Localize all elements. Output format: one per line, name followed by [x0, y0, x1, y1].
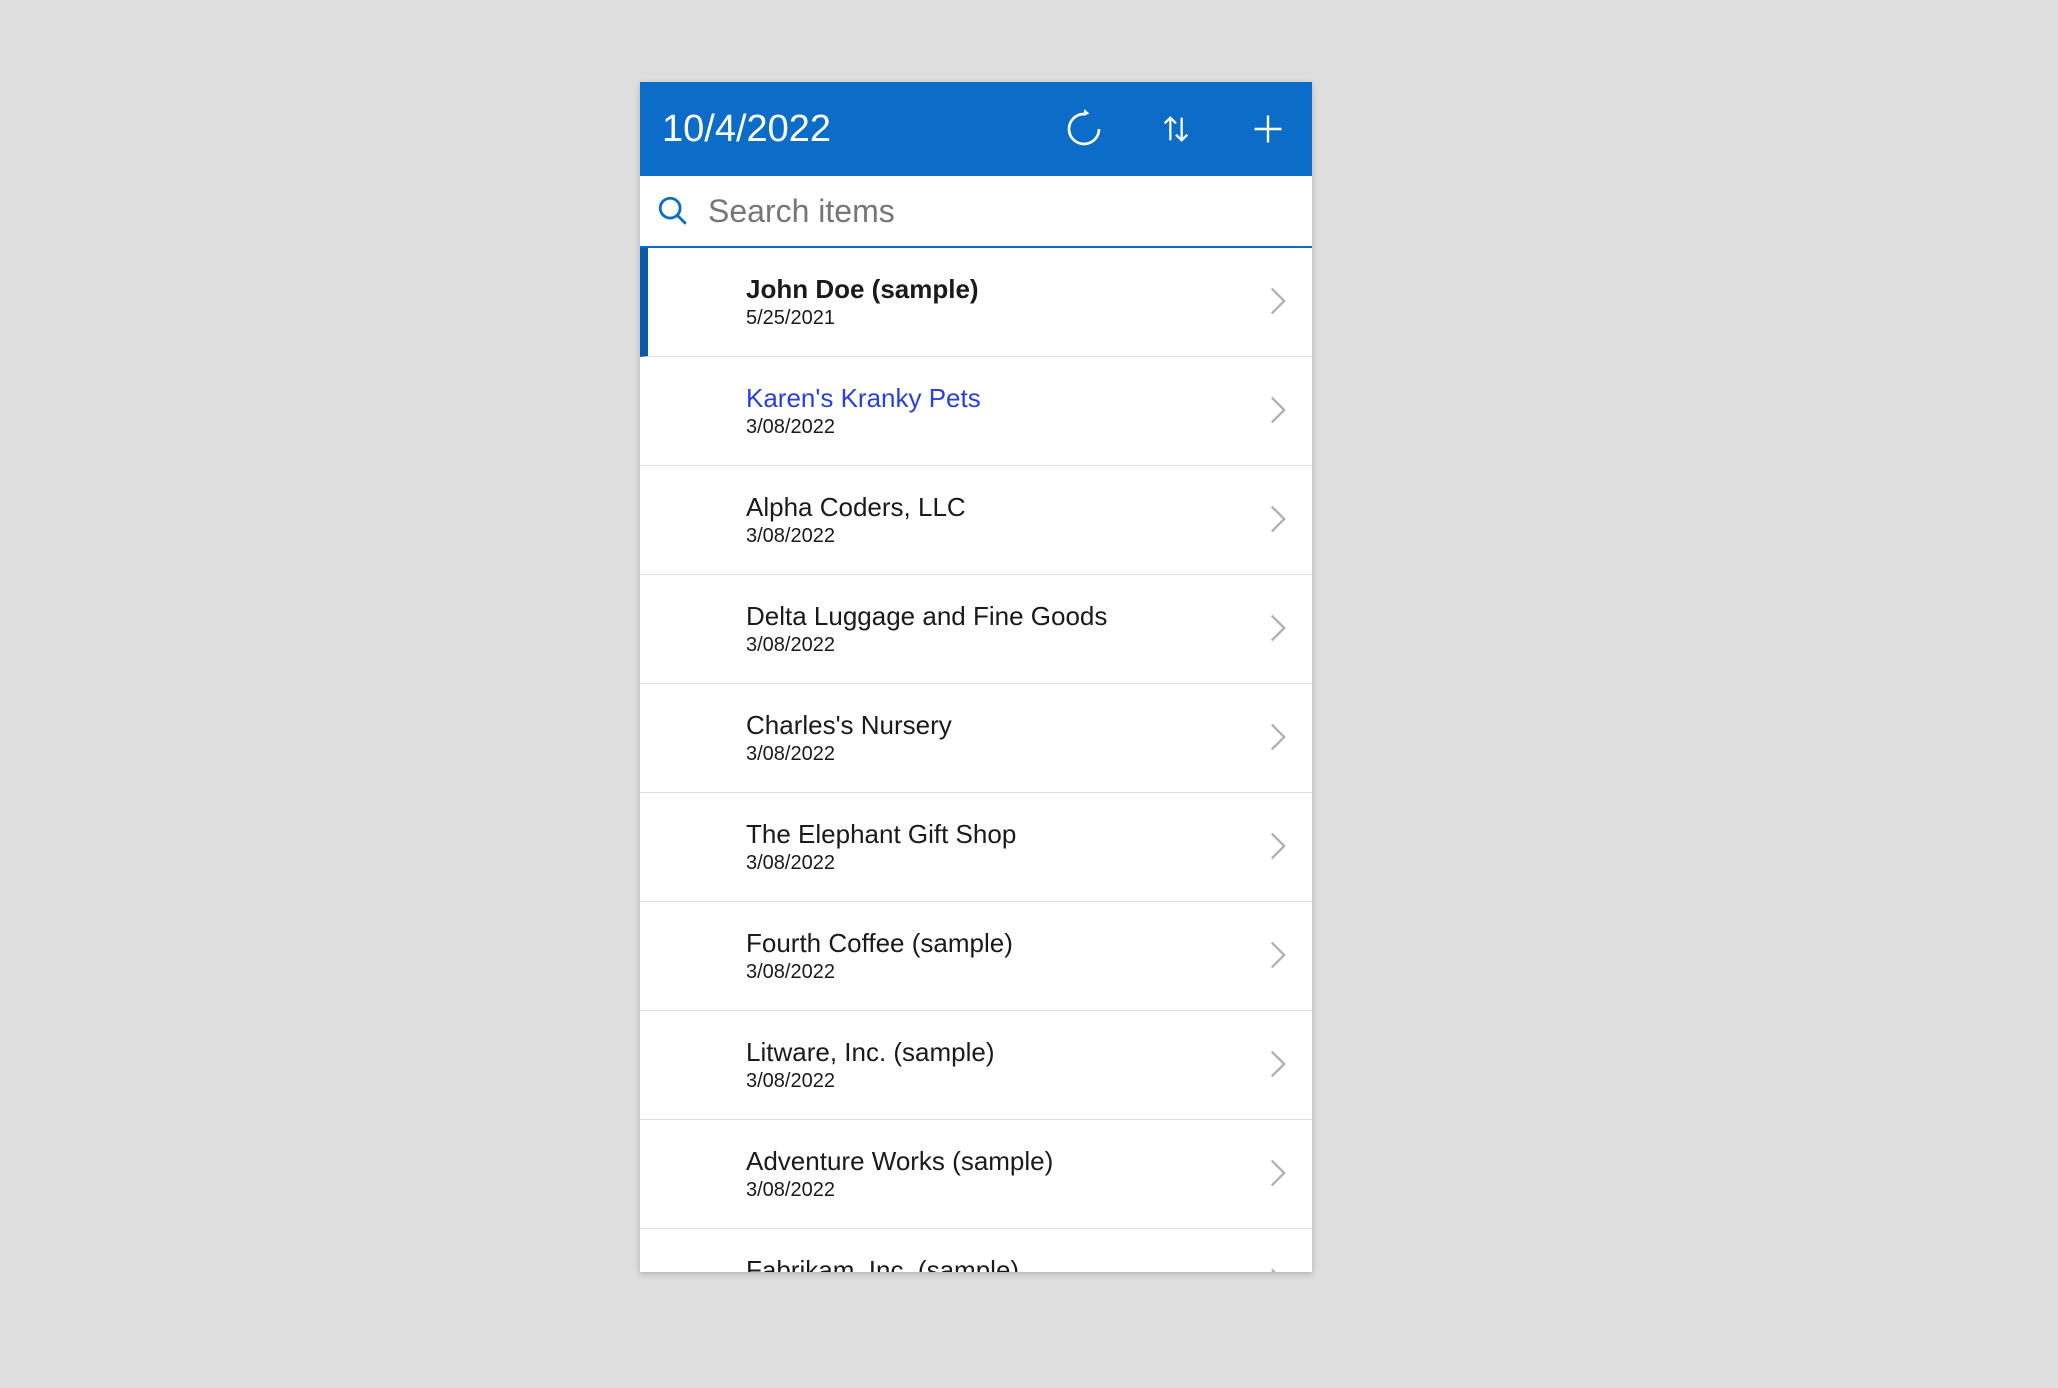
list-item[interactable]: John Doe (sample)5/25/2021 — [640, 248, 1312, 357]
list-item-text: Delta Luggage and Fine Goods3/08/2022 — [746, 601, 1270, 657]
list-item-date: 3/08/2022 — [746, 961, 1270, 984]
list-item-title: Alpha Coders, LLC — [746, 492, 1270, 523]
list-item-title: Adventure Works (sample) — [746, 1146, 1270, 1177]
list-item-date: 3/08/2022 — [746, 634, 1270, 657]
list-item[interactable]: Litware, Inc. (sample)3/08/2022 — [640, 1011, 1312, 1120]
list-item[interactable]: Delta Luggage and Fine Goods3/08/2022 — [640, 575, 1312, 684]
search-icon — [656, 194, 690, 228]
list-item-date: 3/08/2022 — [746, 525, 1270, 548]
list-item-text: Alpha Coders, LLC3/08/2022 — [746, 492, 1270, 548]
list-item[interactable]: Fourth Coffee (sample)3/08/2022 — [640, 902, 1312, 1011]
list-item-text: Fabrikam, Inc. (sample)3/08/2022 — [746, 1255, 1270, 1272]
refresh-button[interactable] — [1062, 107, 1106, 151]
list-item-date: 3/08/2022 — [746, 1070, 1270, 1093]
list-item[interactable]: Alpha Coders, LLC3/08/2022 — [640, 466, 1312, 575]
list-item[interactable]: Charles's Nursery3/08/2022 — [640, 684, 1312, 793]
chevron-right-icon — [1270, 505, 1290, 535]
list-item-title: Charles's Nursery — [746, 710, 1270, 741]
list-item[interactable]: Adventure Works (sample)3/08/2022 — [640, 1120, 1312, 1229]
list-item-title: Fourth Coffee (sample) — [746, 928, 1270, 959]
list-item-title[interactable]: Karen's Kranky Pets — [746, 383, 1270, 414]
list-item-title: Litware, Inc. (sample) — [746, 1037, 1270, 1068]
chevron-right-icon — [1270, 723, 1290, 753]
list-item-title: Delta Luggage and Fine Goods — [746, 601, 1270, 632]
chevron-right-icon — [1270, 614, 1290, 644]
list-item-date: 3/08/2022 — [746, 852, 1270, 875]
header-actions — [1062, 107, 1290, 151]
item-list[interactable]: John Doe (sample)5/25/2021 Karen's Kranky… — [640, 248, 1312, 1272]
header-title: 10/4/2022 — [662, 108, 1062, 151]
chevron-right-icon — [1270, 287, 1290, 317]
search-input[interactable] — [706, 192, 1296, 231]
chevron-right-icon — [1270, 396, 1290, 426]
list-item[interactable]: Fabrikam, Inc. (sample)3/08/2022 — [640, 1229, 1312, 1272]
list-item[interactable]: Karen's Kranky Pets3/08/2022 — [640, 357, 1312, 466]
sort-button[interactable] — [1154, 107, 1198, 151]
header: 10/4/2022 — [640, 82, 1312, 176]
search-bar[interactable] — [640, 176, 1312, 248]
sort-icon — [1159, 109, 1193, 149]
refresh-icon — [1064, 109, 1104, 149]
chevron-right-icon — [1270, 1050, 1290, 1080]
list-item-date: 5/25/2021 — [746, 307, 1270, 330]
list-item-text: Charles's Nursery3/08/2022 — [746, 710, 1270, 766]
list-item-text: Adventure Works (sample)3/08/2022 — [746, 1146, 1270, 1202]
list-item-title: John Doe (sample) — [746, 274, 1270, 305]
chevron-right-icon — [1270, 1268, 1290, 1272]
list-item-title: Fabrikam, Inc. (sample) — [746, 1255, 1270, 1272]
list-item-text: Karen's Kranky Pets3/08/2022 — [746, 383, 1270, 439]
list-item-date: 3/08/2022 — [746, 743, 1270, 766]
list-item-text: John Doe (sample)5/25/2021 — [746, 274, 1270, 330]
list-item[interactable]: The Elephant Gift Shop3/08/2022 — [640, 793, 1312, 902]
chevron-right-icon — [1270, 832, 1290, 862]
add-button[interactable] — [1246, 107, 1290, 151]
chevron-right-icon — [1270, 1159, 1290, 1189]
list-item-date: 3/08/2022 — [746, 416, 1270, 439]
list-item-text: The Elephant Gift Shop3/08/2022 — [746, 819, 1270, 875]
list-item-text: Fourth Coffee (sample)3/08/2022 — [746, 928, 1270, 984]
app-frame: 10/4/2022 — [640, 82, 1312, 1272]
chevron-right-icon — [1270, 941, 1290, 971]
plus-icon — [1250, 111, 1286, 147]
list-item-title: The Elephant Gift Shop — [746, 819, 1270, 850]
list-item-text: Litware, Inc. (sample)3/08/2022 — [746, 1037, 1270, 1093]
list-item-date: 3/08/2022 — [746, 1179, 1270, 1202]
